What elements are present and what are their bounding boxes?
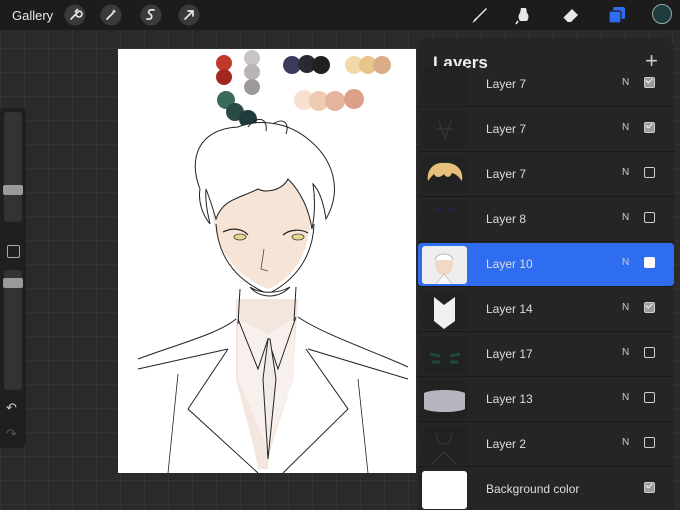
- visibility-checkbox[interactable]: [644, 347, 655, 358]
- palette-swatches: [216, 50, 391, 128]
- brush-size-slider[interactable]: [4, 112, 22, 222]
- visibility-checkbox[interactable]: [644, 77, 655, 88]
- layer-thumbnail: [422, 426, 467, 464]
- blend-mode-button[interactable]: N: [622, 77, 629, 88]
- character-illustration: [137, 118, 409, 473]
- selection-icon[interactable]: [140, 4, 162, 26]
- background-color-swatch[interactable]: [422, 471, 467, 509]
- drawing-canvas[interactable]: [118, 49, 416, 473]
- layer-name: Layer 14: [486, 302, 533, 316]
- blend-mode-button[interactable]: N: [622, 257, 629, 268]
- layer-row[interactable]: Layer 7 N: [418, 108, 674, 152]
- opacity-thumb[interactable]: [3, 278, 23, 288]
- layer-row[interactable]: Layer 17 N: [418, 333, 674, 377]
- blend-mode-button[interactable]: N: [622, 167, 629, 178]
- layer-thumbnail: [422, 291, 467, 329]
- left-sidebar: ↶ ↷: [0, 108, 26, 448]
- layers-panel: Layers + Layer 7 N Layer 7 N Layer 7 N L…: [418, 38, 674, 510]
- visibility-checkbox[interactable]: [644, 257, 655, 268]
- layer-name: Layer 2: [486, 437, 527, 451]
- layer-thumbnail: [422, 381, 467, 419]
- transform-icon[interactable]: [178, 4, 200, 26]
- brush-icon[interactable]: [468, 4, 490, 26]
- visibility-checkbox[interactable]: [644, 212, 655, 223]
- blend-mode-button[interactable]: N: [622, 122, 629, 133]
- layer-name: Layer 7: [486, 77, 527, 91]
- color-picker-button[interactable]: [652, 4, 672, 24]
- layer-thumbnail: [422, 66, 467, 104]
- blend-mode-button[interactable]: N: [622, 212, 629, 223]
- layer-row-selected[interactable]: Layer 10 N: [418, 243, 674, 287]
- layer-thumbnail: [422, 156, 467, 194]
- layer-row[interactable]: Layer 13 N: [418, 378, 674, 422]
- background-color-row[interactable]: Background color: [418, 468, 674, 510]
- layer-name: Background color: [486, 482, 580, 496]
- layers-icon[interactable]: [606, 4, 628, 26]
- layer-name: Layer 8: [486, 212, 527, 226]
- blend-mode-button[interactable]: N: [622, 302, 629, 313]
- layer-row[interactable]: Layer 8 N: [418, 198, 674, 242]
- blend-mode-button[interactable]: N: [622, 437, 629, 448]
- layer-name: Layer 10: [486, 257, 533, 271]
- layer-name: Layer 17: [486, 347, 533, 361]
- layer-row[interactable]: Layer 7 N: [418, 63, 674, 107]
- blend-mode-button[interactable]: N: [622, 392, 629, 403]
- redo-icon[interactable]: ↷: [6, 426, 17, 442]
- layer-thumbnail: [422, 201, 467, 239]
- visibility-checkbox[interactable]: [644, 302, 655, 313]
- opacity-slider[interactable]: [4, 270, 22, 390]
- layer-thumbnail: [422, 246, 467, 284]
- visibility-checkbox[interactable]: [644, 122, 655, 133]
- layer-name: Layer 7: [486, 167, 527, 181]
- wrench-icon[interactable]: [64, 4, 86, 26]
- modify-button[interactable]: [7, 245, 20, 258]
- layer-thumbnail: [422, 336, 467, 374]
- layer-thumbnail: [422, 111, 467, 149]
- visibility-checkbox[interactable]: [644, 392, 655, 403]
- layer-row[interactable]: Layer 7 N: [418, 153, 674, 197]
- top-toolbar: Gallery: [0, 0, 680, 30]
- visibility-checkbox[interactable]: [644, 437, 655, 448]
- smudge-icon[interactable]: [512, 4, 534, 26]
- gallery-button[interactable]: Gallery: [12, 8, 53, 23]
- layer-name: Layer 7: [486, 122, 527, 136]
- visibility-checkbox[interactable]: [644, 167, 655, 178]
- eraser-icon[interactable]: [560, 4, 582, 26]
- layer-name: Layer 13: [486, 392, 533, 406]
- blend-mode-button[interactable]: N: [622, 347, 629, 358]
- undo-icon[interactable]: ↶: [6, 400, 17, 416]
- magic-wand-icon[interactable]: [100, 4, 122, 26]
- brush-size-thumb[interactable]: [3, 185, 23, 195]
- layer-row[interactable]: Layer 14 N: [418, 288, 674, 332]
- layer-row[interactable]: Layer 2 N: [418, 423, 674, 467]
- visibility-checkbox[interactable]: [644, 482, 655, 493]
